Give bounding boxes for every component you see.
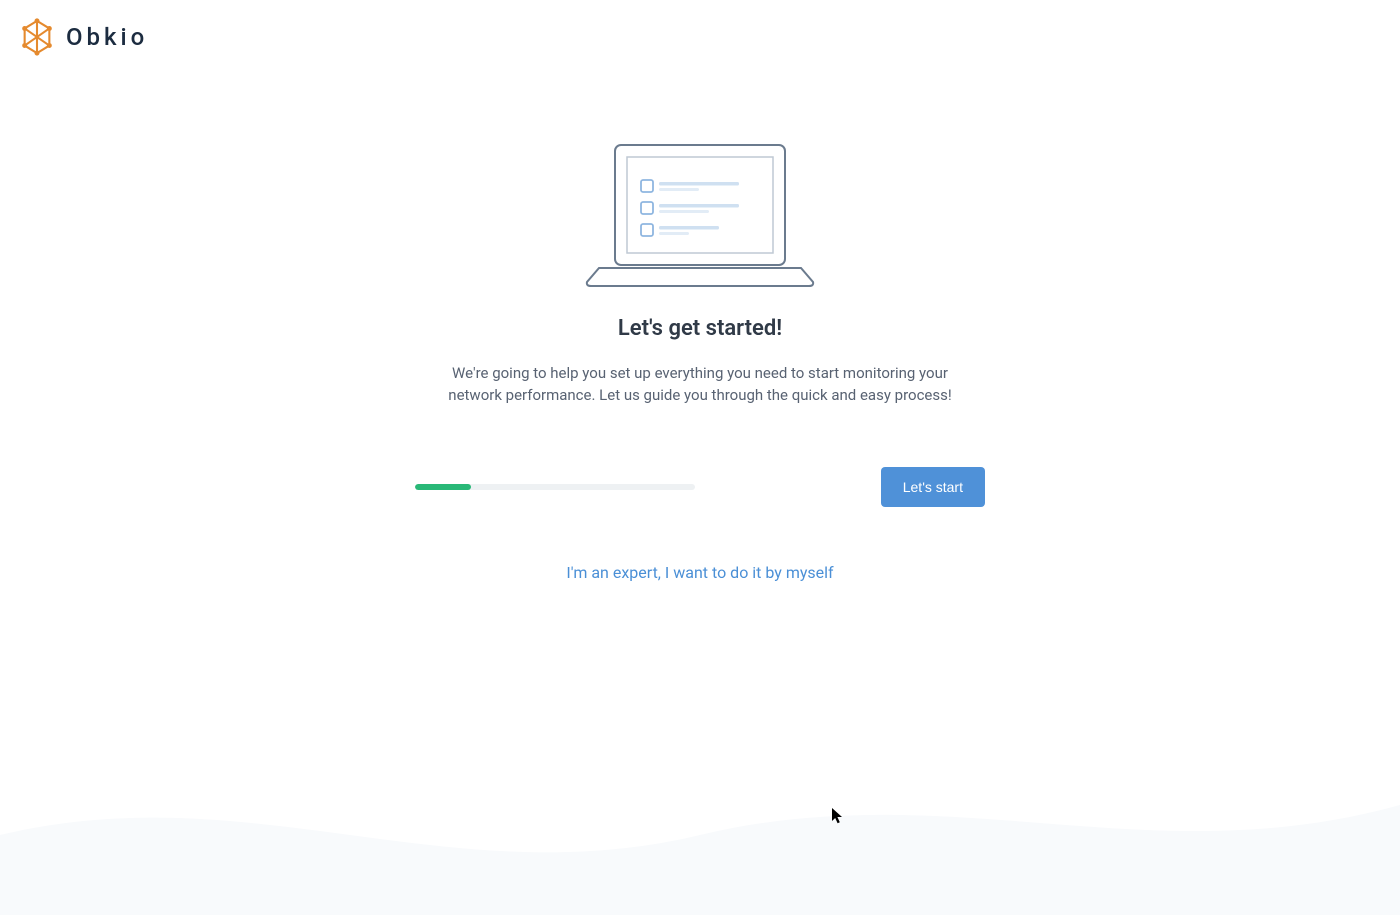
brand-header: Obkio xyxy=(18,18,148,56)
expert-skip-link[interactable]: I'm an expert, I want to do it by myself xyxy=(566,563,833,582)
logo-icon xyxy=(18,18,56,56)
background-wave xyxy=(0,715,1400,915)
onboarding-description: We're going to help you set up everythin… xyxy=(430,363,970,407)
progress-fill xyxy=(415,484,471,490)
onboarding-panel: Let's get started! We're going to help y… xyxy=(0,120,1400,582)
cursor-icon xyxy=(832,808,844,824)
laptop-illustration-icon xyxy=(585,140,815,290)
onboarding-action-row: Let's start xyxy=(415,467,985,507)
brand-name: Obkio xyxy=(66,23,148,51)
progress-bar xyxy=(415,484,695,490)
start-button[interactable]: Let's start xyxy=(881,467,985,507)
onboarding-title: Let's get started! xyxy=(618,316,782,341)
